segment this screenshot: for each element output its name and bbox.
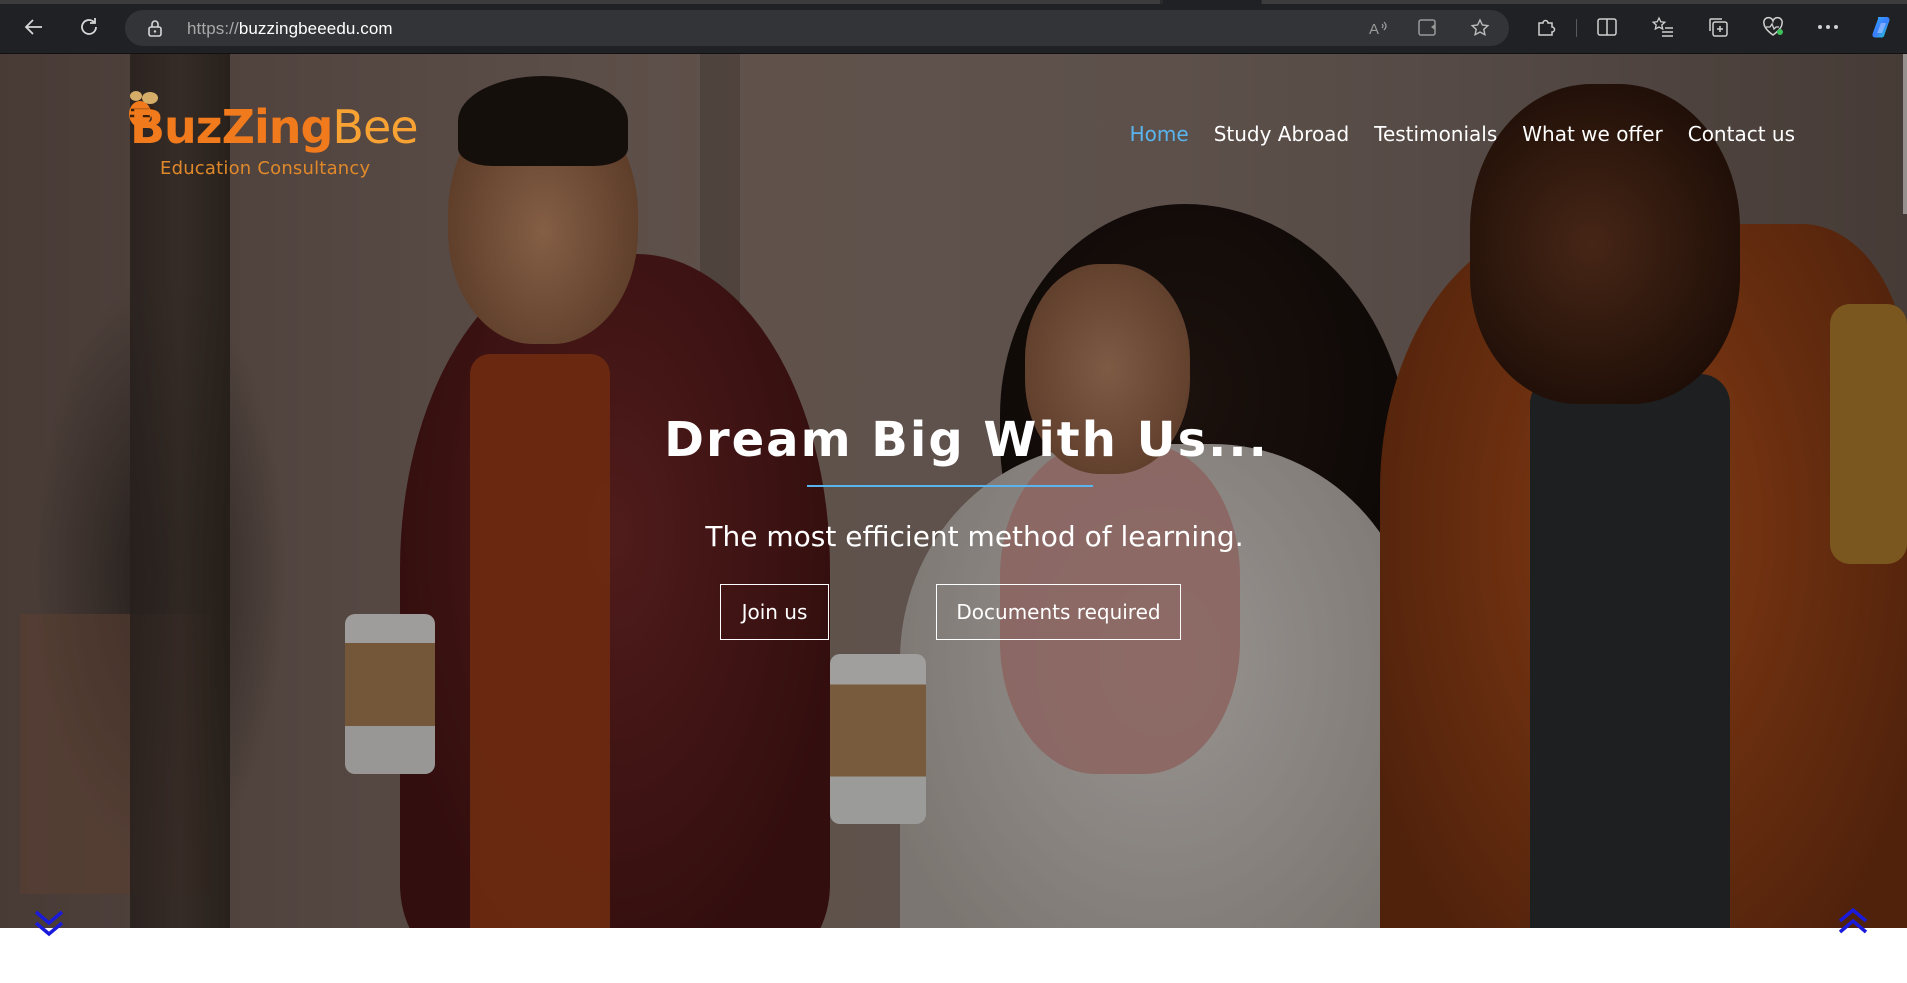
main-navigation: Home Study Abroad Testimonials What we o… — [1130, 122, 1795, 146]
nav-what-we-offer[interactable]: What we offer — [1522, 122, 1662, 146]
nav-testimonials[interactable]: Testimonials — [1374, 122, 1497, 146]
toolbar-divider — [1576, 19, 1577, 37]
browser-toolbar: https://buzzingbeeedu.com A — [0, 0, 1907, 54]
read-aloud-icon[interactable]: A — [1368, 17, 1390, 39]
copilot-icon[interactable] — [1869, 14, 1895, 40]
puzzle-icon[interactable] — [1533, 14, 1559, 40]
immersive-reader-icon[interactable] — [1417, 17, 1439, 39]
hero-section: BuzZingBee Education Consultancy Home St… — [0, 54, 1907, 928]
favorites-list-icon[interactable] — [1650, 14, 1676, 40]
headline-underline — [807, 485, 1093, 487]
lock-icon[interactable] — [147, 19, 163, 42]
heart-pulse-icon[interactable] — [1760, 14, 1786, 40]
double-chevron-up-icon[interactable] — [1836, 904, 1870, 943]
reload-icon[interactable] — [75, 13, 103, 41]
site-logo[interactable]: BuzZingBee Education Consultancy — [122, 84, 442, 194]
double-chevron-down-icon[interactable] — [32, 906, 66, 945]
back-arrow-icon[interactable] — [20, 13, 48, 41]
more-icon[interactable] — [1815, 14, 1841, 40]
hero-headline: Dream Big With Us... — [664, 412, 1269, 468]
svg-text:A: A — [1369, 21, 1379, 37]
logo-subtitle: Education Consultancy — [160, 158, 371, 179]
star-icon[interactable] — [1469, 17, 1491, 39]
tab-strip — [0, 0, 1907, 4]
url-text[interactable]: https://buzzingbeeedu.com — [187, 19, 393, 39]
nav-contact-us[interactable]: Contact us — [1688, 122, 1795, 146]
logo-wordmark: BuzZingBee — [130, 100, 419, 154]
collections-icon[interactable] — [1705, 14, 1731, 40]
hero-tagline: The most efficient method of learning. — [705, 520, 1244, 553]
documents-required-button[interactable]: Documents required — [936, 584, 1181, 640]
nav-study-abroad[interactable]: Study Abroad — [1214, 122, 1349, 146]
hero-headline-wrap: Dream Big With Us... — [0, 412, 1907, 468]
split-screen-icon[interactable] — [1594, 14, 1620, 40]
nav-home[interactable]: Home — [1130, 122, 1189, 146]
page-scrollbar[interactable] — [1903, 54, 1907, 214]
join-us-button[interactable]: Join us — [720, 584, 829, 640]
address-bar[interactable]: https://buzzingbeeedu.com A — [125, 10, 1509, 46]
